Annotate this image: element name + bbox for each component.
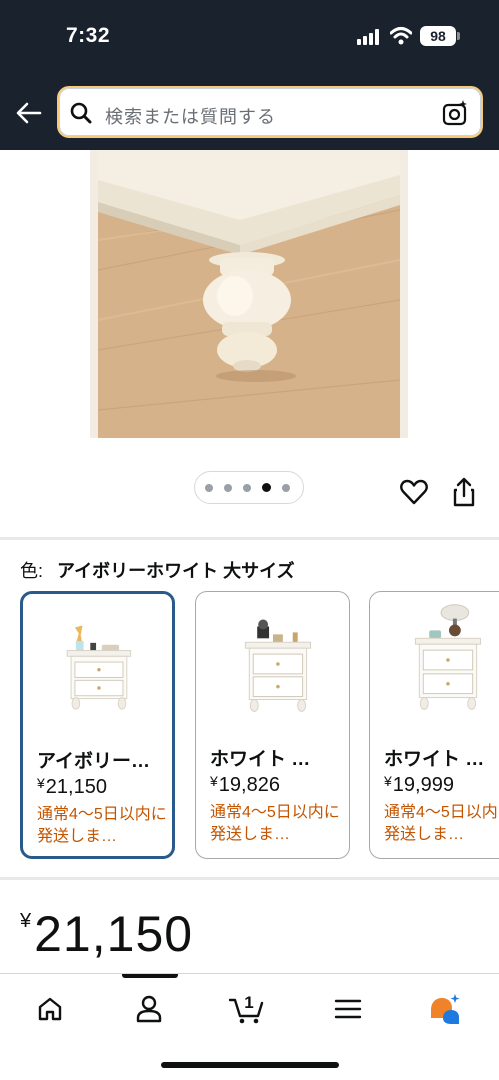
share-icon[interactable]	[452, 477, 476, 507]
status-time: 7:32	[66, 24, 111, 47]
variant-title: ホワイト …	[384, 749, 485, 770]
search-placeholder: 検索または質問する	[105, 107, 276, 127]
variant-price: ¥19,826	[210, 773, 280, 797]
variant-card[interactable]: ホワイト … ¥19,826 通常4～5日以内に発送しま…	[195, 591, 350, 859]
currency-symbol: ¥	[210, 773, 218, 789]
section-divider	[0, 877, 499, 880]
rufus-icon[interactable]	[427, 992, 461, 1026]
variant-card[interactable]: ホワイト … ¥19,999 通常4～5日以内に発送しま…	[369, 591, 499, 859]
product-photo	[90, 150, 408, 438]
cart-icon[interactable]: 1	[228, 992, 272, 1026]
carousel-indicator[interactable]	[194, 471, 304, 504]
menu-icon[interactable]	[331, 992, 365, 1026]
product-detail-page: 7:32 98 検索または質問する 色: アイボリーホワイト 大サイズ アイボリ…	[0, 0, 499, 1080]
variant-shipping: 通常4～5日以内に発送しま…	[37, 806, 167, 845]
search-icon	[70, 102, 92, 124]
carousel-dot-active	[262, 483, 271, 492]
variant-price-value: 19,826	[218, 774, 280, 796]
variant-image	[244, 619, 311, 712]
variant-image	[414, 604, 482, 710]
variant-price-value: 19,999	[392, 774, 454, 796]
color-value: アイボリーホワイト 大サイズ	[57, 561, 295, 581]
carousel-dot	[224, 484, 232, 492]
carousel-dot	[205, 484, 213, 492]
product-price: ¥21,150	[20, 905, 193, 963]
active-tab-indicator	[122, 974, 178, 978]
variant-title: ホワイト …	[210, 749, 311, 770]
account-icon[interactable]	[132, 992, 166, 1026]
header-bar: 7:32 98 検索または質問する	[0, 0, 499, 150]
back-arrow-icon[interactable]	[14, 98, 44, 128]
currency-symbol: ¥	[37, 775, 45, 791]
currency-symbol: ¥	[384, 773, 392, 789]
camera-icon[interactable]	[441, 99, 469, 127]
battery-indicator: 98	[420, 26, 456, 46]
variant-card-selected[interactable]: アイボリー… ¥21,150 通常4～5日以内に発送しま…	[20, 591, 175, 859]
cart-count: 1	[244, 993, 253, 1012]
variant-image	[66, 625, 132, 710]
variant-title: アイボリー…	[37, 751, 151, 772]
carousel-dot	[282, 484, 290, 492]
section-divider	[0, 537, 499, 540]
variant-price-value: 21,150	[45, 776, 107, 798]
carousel-dot	[243, 484, 251, 492]
heart-icon[interactable]	[400, 479, 428, 505]
home-indicator	[161, 1062, 339, 1068]
battery-tip	[457, 32, 460, 40]
product-price-value: 21,150	[34, 906, 194, 962]
variant-price: ¥19,999	[384, 773, 454, 797]
color-label: 色:	[20, 561, 44, 581]
color-selection-label: 色: アイボリーホワイト 大サイズ	[20, 557, 295, 583]
variant-shipping: 通常4～5日以内に発送しま…	[210, 804, 340, 843]
home-icon[interactable]	[33, 992, 67, 1026]
search-input[interactable]: 検索または質問する	[57, 86, 483, 138]
variant-shipping: 通常4～5日以内に発送しま…	[384, 804, 499, 843]
currency-symbol: ¥	[20, 910, 33, 932]
wifi-icon	[390, 27, 412, 45]
cellular-signal-icon	[357, 29, 383, 45]
product-image[interactable]	[90, 150, 408, 438]
variant-price: ¥21,150	[37, 775, 107, 799]
